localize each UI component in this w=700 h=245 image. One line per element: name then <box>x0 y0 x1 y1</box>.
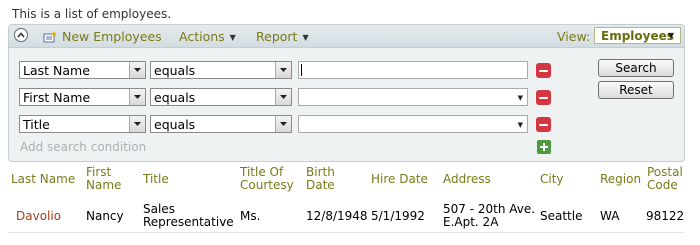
header-text: Last Name <box>11 172 76 186</box>
add-icon[interactable] <box>537 140 551 154</box>
search-operator-value-2: equals <box>154 90 196 105</box>
remove-condition-icon[interactable] <box>536 117 551 132</box>
column-header-region[interactable]: Region <box>600 173 641 186</box>
column-header-address[interactable]: Address <box>443 173 491 186</box>
cell-title: Sales Representative <box>143 203 234 229</box>
dropdown-arrow-icon <box>129 89 145 105</box>
view-select-value: Employees <box>601 29 674 43</box>
cell-hire-date: 5/1/1992 <box>371 209 425 223</box>
header-text: Hire Date <box>371 172 428 186</box>
actions-label: Actions <box>179 29 225 44</box>
collapse-icon[interactable] <box>14 28 28 42</box>
column-header-birth-date[interactable]: Birth Date <box>306 166 335 192</box>
header-text: Address <box>443 172 491 186</box>
search-field-value-1: Last Name <box>23 63 90 78</box>
dropdown-arrow-icon <box>275 62 291 78</box>
search-field-select-2[interactable]: First Name <box>19 88 146 106</box>
reset-button[interactable]: Reset <box>598 81 674 99</box>
action-bar: New Employees Actions ▼ Report ▼ View: Emp… <box>9 25 684 48</box>
remove-condition-icon[interactable] <box>536 63 551 78</box>
dropdown-arrow-icon <box>129 116 145 132</box>
report-caret-icon: ▼ <box>302 33 309 42</box>
new-employees-label: New Employees <box>62 29 162 44</box>
search-value-select-2[interactable]: ▼ <box>298 88 528 106</box>
cell-last-name[interactable]: Davolio <box>16 210 61 223</box>
view-select[interactable]: Employees ▼ <box>594 27 681 44</box>
header-text: Name <box>86 178 122 192</box>
add-search-condition-link[interactable]: Add search condition <box>20 140 146 154</box>
search-field-value-3: Title <box>23 117 50 132</box>
report-label: Report <box>256 29 298 44</box>
column-header-city[interactable]: City <box>540 173 564 186</box>
cell-postal-code: 98122 <box>646 209 685 223</box>
dropdown-arrow-icon <box>129 62 145 78</box>
actions-menu[interactable]: Actions ▼ <box>179 29 236 44</box>
search-operator-select-1[interactable]: equals <box>150 61 292 79</box>
search-operator-value-1: equals <box>154 63 196 78</box>
view-label: View: <box>557 29 591 44</box>
dropdown-arrow-icon <box>275 89 291 105</box>
text-cursor <box>301 64 302 76</box>
header-text: City <box>540 172 564 186</box>
header-text: Date <box>306 178 335 192</box>
search-operator-select-3[interactable]: equals <box>150 115 292 133</box>
header-text: Region <box>600 172 642 186</box>
search-field-select-3[interactable]: Title <box>19 115 146 133</box>
remove-condition-icon[interactable] <box>536 90 551 105</box>
cell-courtesy: Ms. <box>240 209 261 223</box>
column-header-title[interactable]: Title <box>143 173 169 186</box>
cell-city: Seattle <box>540 209 583 223</box>
column-header-first-name[interactable]: First Name <box>86 166 121 192</box>
column-header-hire-date[interactable]: Hire Date <box>371 173 428 186</box>
new-employees-button[interactable]: New Employees <box>43 29 162 44</box>
cell-address: 507 - 20th Ave. E.Apt. 2A <box>443 203 535 229</box>
report-menu[interactable]: Report ▼ <box>256 29 309 44</box>
search-value-input-1[interactable] <box>298 61 528 79</box>
dropdown-arrow-icon <box>275 116 291 132</box>
row-divider <box>8 232 684 233</box>
new-record-icon <box>43 31 57 43</box>
column-header-last-name[interactable]: Last Name <box>11 173 75 186</box>
search-operator-select-2[interactable]: equals <box>150 88 292 106</box>
cell-birth-date: 12/8/1948 <box>306 209 368 223</box>
search-value-select-3[interactable]: ▼ <box>298 115 528 133</box>
cell-first-name: Nancy <box>86 209 124 223</box>
cell-text: Representative <box>143 215 234 229</box>
cell-text: E.Apt. 2A <box>443 215 499 229</box>
column-header-postal-code[interactable]: Postal Code <box>647 166 683 192</box>
header-text: Title <box>143 172 169 186</box>
header-text: Code <box>647 178 678 192</box>
search-button[interactable]: Search <box>598 59 674 77</box>
search-field-value-2: First Name <box>23 90 91 105</box>
cell-region: WA <box>600 209 620 223</box>
search-panel: New Employees Actions ▼ Report ▼ View: Emp… <box>8 24 685 162</box>
search-field-select-1[interactable]: Last Name <box>19 61 146 79</box>
dropdown-arrow-icon: ▼ <box>517 94 523 102</box>
view-caret-icon: ▼ <box>667 31 674 40</box>
dropdown-arrow-icon: ▼ <box>517 121 523 129</box>
column-header-title-of-courtesy[interactable]: Title Of Courtesy <box>240 166 294 192</box>
header-text: Courtesy <box>240 178 294 192</box>
intro-text: This is a list of employees. <box>12 7 172 21</box>
search-operator-value-3: equals <box>154 117 196 132</box>
actions-caret-icon: ▼ <box>229 33 236 42</box>
